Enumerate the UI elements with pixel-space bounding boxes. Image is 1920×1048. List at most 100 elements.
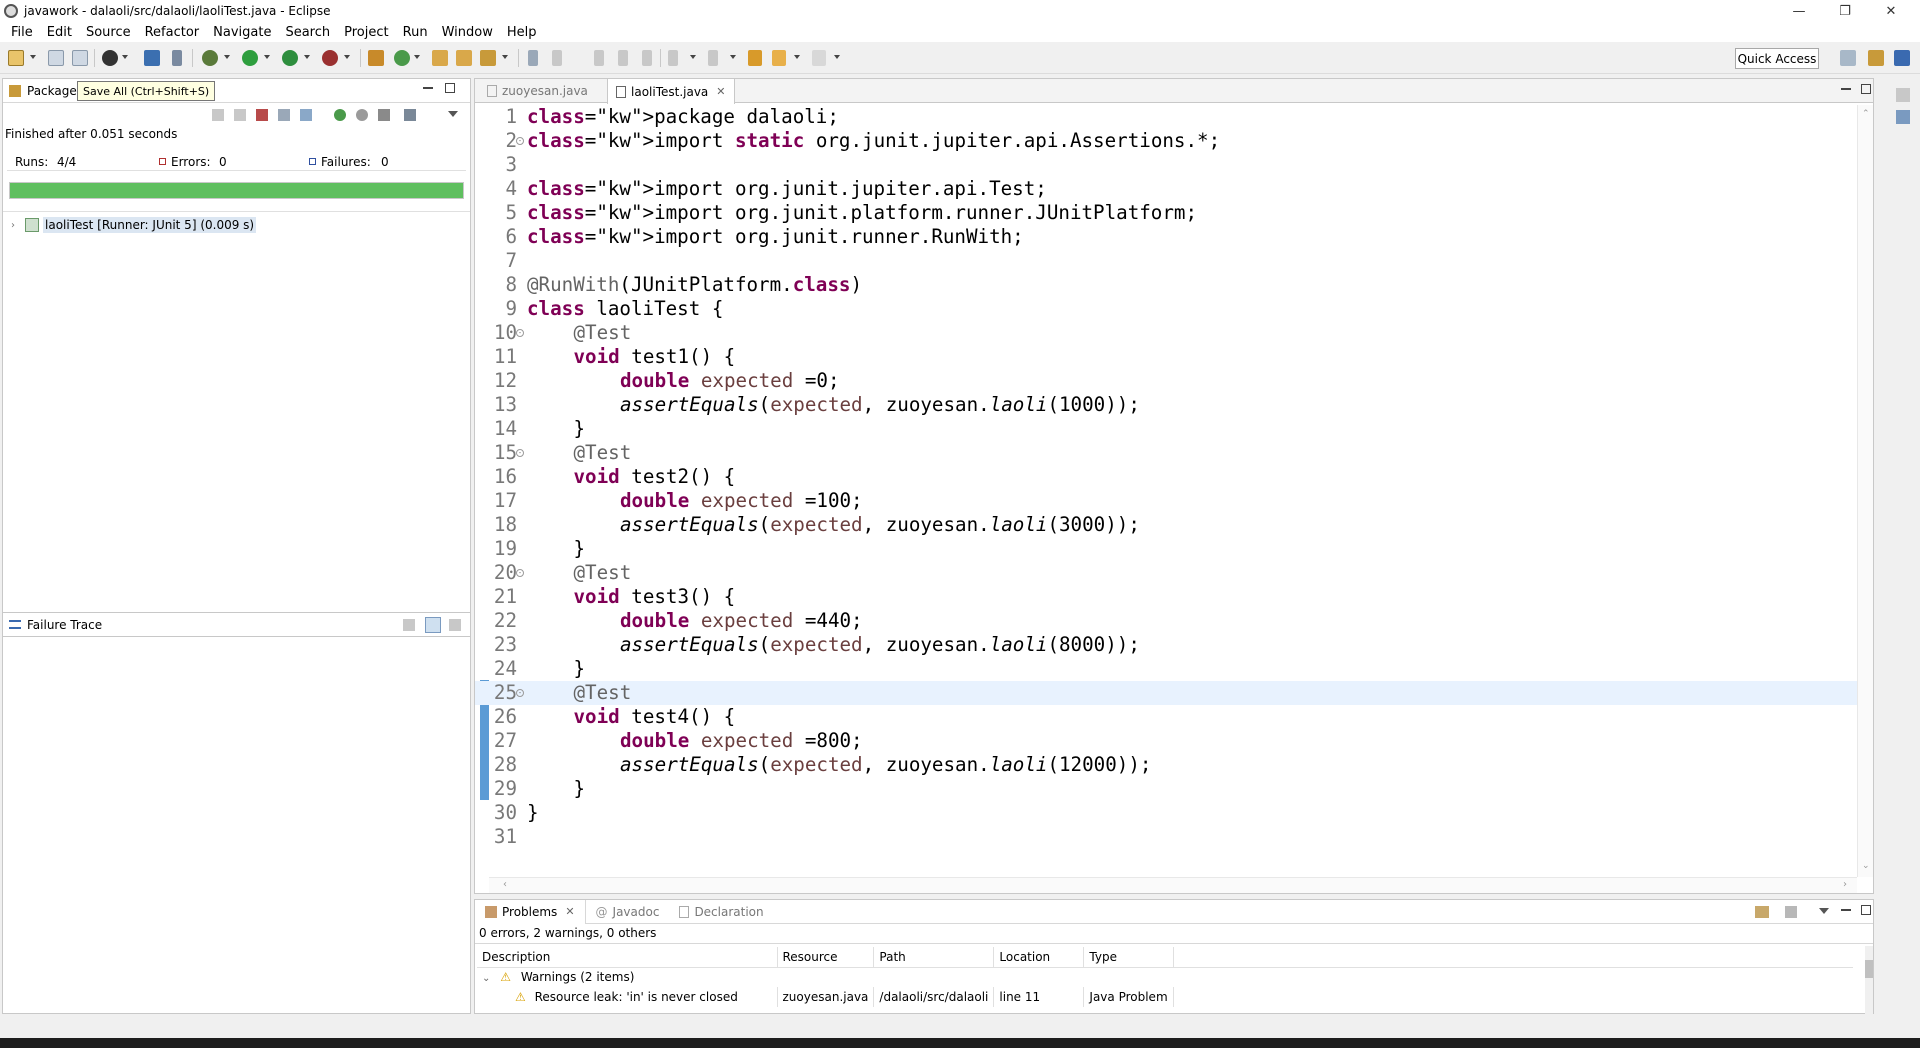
menu-navigate[interactable]: Navigate xyxy=(206,25,278,40)
code-line[interactable]: 12 double expected =0; xyxy=(475,369,1857,393)
rerun-test-icon[interactable] xyxy=(334,109,346,121)
code-line[interactable]: 13 assertEquals(expected, zuoyesan.laoli(… xyxy=(475,393,1857,417)
problems-scrollbar[interactable] xyxy=(1865,946,1873,1014)
java-ee-perspective-icon[interactable] xyxy=(1868,50,1884,66)
next-failure-icon[interactable] xyxy=(212,109,224,121)
column-description[interactable]: Description xyxy=(477,947,778,967)
code-line[interactable]: 28 assertEquals(expected, zuoyesan.laoli(… xyxy=(475,753,1857,777)
filter-stack-trace-icon[interactable] xyxy=(425,617,441,633)
editor-horizontal-scrollbar[interactable]: ‹ › xyxy=(489,877,1857,893)
maximize-view-icon[interactable] xyxy=(445,83,455,93)
code-line[interactable]: 31 xyxy=(475,825,1857,849)
back-icon[interactable] xyxy=(772,50,786,66)
menu-help[interactable]: Help xyxy=(500,25,544,40)
tab-declaration[interactable]: Declaration xyxy=(669,905,773,919)
minimize-button[interactable]: — xyxy=(1776,0,1822,22)
code-line[interactable]: 3 xyxy=(475,153,1857,177)
code-line[interactable]: 23 assertEquals(expected, zuoyesan.laoli(… xyxy=(475,633,1857,657)
close-button[interactable]: ✕ xyxy=(1868,0,1914,22)
code-line[interactable]: 19} xyxy=(475,537,1857,561)
code-line[interactable]: 17 double expected =100; xyxy=(475,489,1857,513)
code-line[interactable]: 24} xyxy=(475,657,1857,681)
fold-toggle-icon[interactable]: - xyxy=(516,329,524,337)
code-line[interactable]: 7 xyxy=(475,249,1857,273)
save-all-icon[interactable] xyxy=(72,50,88,66)
code-line[interactable]: 15- @Test xyxy=(475,441,1857,465)
forward-icon[interactable] xyxy=(812,50,826,66)
column-path[interactable]: Path xyxy=(873,947,995,967)
code-line[interactable]: 10- @Test xyxy=(475,321,1857,345)
previous-failure-icon[interactable] xyxy=(234,109,246,121)
block-selection-icon[interactable] xyxy=(594,50,604,66)
tab-javadoc[interactable]: @ Javadoc xyxy=(586,905,670,919)
code-line[interactable]: 8 @RunWith(JUnitPlatform.class) xyxy=(475,273,1857,297)
code-area[interactable]: 1 class="kw">package dalaoli; 2- class="kw"… xyxy=(475,105,1857,877)
task-list-icon[interactable] xyxy=(1896,110,1910,124)
view-menu-icon[interactable] xyxy=(448,111,458,117)
tab-laolitest-java[interactable]: laoliTest.java ✕ xyxy=(607,79,735,104)
close-tab-icon[interactable]: ✕ xyxy=(716,85,725,98)
code-line[interactable]: 14} xyxy=(475,417,1857,441)
editor-vertical-scrollbar[interactable]: ⌃ ⌄ xyxy=(1857,105,1873,877)
menu-window[interactable]: Window xyxy=(435,25,500,40)
word-wrap-icon[interactable] xyxy=(618,50,628,66)
rerun-failed-first-icon[interactable] xyxy=(356,109,368,121)
debug-icon[interactable] xyxy=(202,50,218,66)
coverage-icon[interactable] xyxy=(282,50,298,66)
minimize-view-icon[interactable] xyxy=(1841,909,1851,911)
code-line[interactable]: 27 double expected =800; xyxy=(475,729,1857,753)
layout-icon[interactable] xyxy=(404,109,416,121)
code-line[interactable]: 5 class="kw">import org.junit.platform.ru… xyxy=(475,201,1857,225)
menu-edit[interactable]: Edit xyxy=(40,25,79,40)
code-line[interactable]: 4 class="kw">import org.junit.jupiter.api… xyxy=(475,177,1857,201)
close-tab-icon[interactable]: ✕ xyxy=(565,905,574,918)
scroll-up-icon[interactable]: ⌃ xyxy=(1862,109,1870,119)
code-line[interactable]: 29} xyxy=(475,777,1857,801)
open-folder-icon[interactable] xyxy=(456,50,472,66)
skip-breakpoints-icon[interactable] xyxy=(172,50,182,66)
fold-toggle-icon[interactable]: - xyxy=(516,569,524,577)
code-line[interactable]: 20- @Test xyxy=(475,561,1857,585)
minimize-editor-icon[interactable] xyxy=(1841,88,1851,90)
menu-project[interactable]: Project xyxy=(337,25,395,40)
configure-contents-icon[interactable] xyxy=(1785,906,1797,918)
restore-button[interactable]: ❐ xyxy=(1822,0,1868,22)
new-icon[interactable] xyxy=(8,50,24,66)
scroll-down-icon[interactable]: ⌄ xyxy=(1862,861,1870,871)
menu-run[interactable]: Run xyxy=(396,25,435,40)
save-icon[interactable] xyxy=(48,50,64,66)
external-tools-icon[interactable] xyxy=(322,50,338,66)
filter-icon[interactable] xyxy=(1755,906,1769,918)
tab-package-explorer[interactable]: Package xyxy=(27,84,77,98)
next-annotation-icon[interactable] xyxy=(668,50,678,66)
code-line[interactable]: 30} xyxy=(475,801,1857,825)
code-line[interactable]: 9 class laoliTest { xyxy=(475,297,1857,321)
expand-arrow-icon[interactable]: › xyxy=(11,220,21,231)
new-class-icon[interactable] xyxy=(394,50,410,66)
minimize-view-icon[interactable] xyxy=(423,87,433,89)
test-suite-label[interactable]: laoliTest [Runner: JUnit 5] (0.009 s) xyxy=(43,217,257,233)
code-line[interactable]: 18 assertEquals(expected, zuoyesan.laoli(… xyxy=(475,513,1857,537)
console-icon[interactable] xyxy=(144,50,160,66)
maximize-editor-icon[interactable] xyxy=(1861,84,1871,94)
show-whitespace-icon[interactable] xyxy=(642,50,652,66)
problem-row[interactable]: ⚠ Resource leak: 'in' is never closed zu… xyxy=(477,987,1853,1007)
tab-problems[interactable]: Problems ✕ xyxy=(475,899,586,924)
code-line[interactable]: 26 void test4() { xyxy=(475,705,1857,729)
code-line[interactable]: 11 void test1() { xyxy=(475,345,1857,369)
view-menu-icon[interactable] xyxy=(1819,908,1829,914)
annotation-icon[interactable] xyxy=(528,50,538,66)
search-icon[interactable] xyxy=(480,50,496,66)
fold-toggle-icon[interactable]: - xyxy=(516,137,524,145)
menu-source[interactable]: Source xyxy=(79,25,138,40)
column-resource[interactable]: Resource xyxy=(777,947,875,967)
profile-icon[interactable] xyxy=(102,50,118,66)
scroll-lock-icon[interactable] xyxy=(278,109,290,121)
last-edit-icon[interactable] xyxy=(748,50,762,66)
code-line[interactable]: 2- class="kw">import static org.junit.jup… xyxy=(475,129,1857,153)
code-line[interactable]: 16 void test2() { xyxy=(475,465,1857,489)
code-line[interactable]: 22 double expected =440; xyxy=(475,609,1857,633)
warnings-group-row[interactable]: ⌄ ⚠ Warnings (2 items) xyxy=(477,967,1853,987)
fold-toggle-icon[interactable]: - xyxy=(516,449,524,457)
column-type[interactable]: Type xyxy=(1083,947,1175,967)
